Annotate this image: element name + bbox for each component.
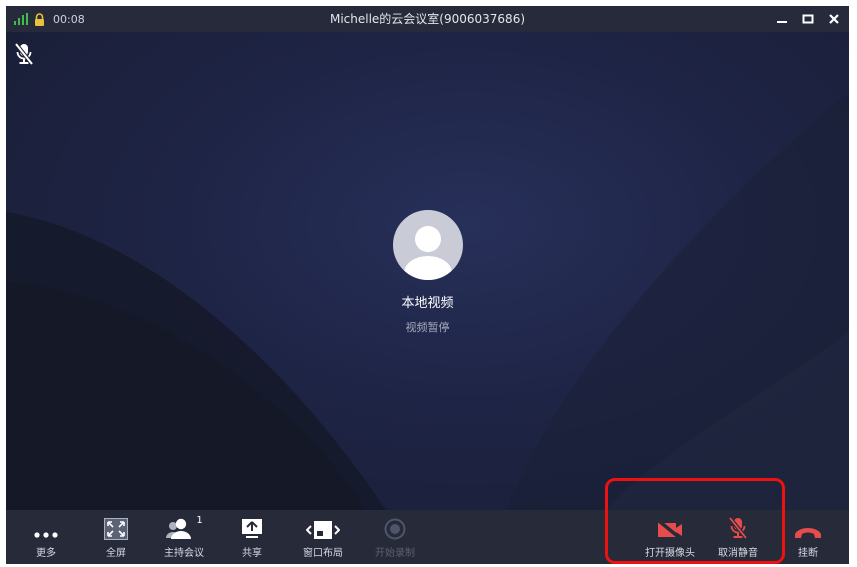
host-meeting-label: 主持会议 [164,548,204,559]
hang-up-button[interactable]: 挂断 [790,510,826,564]
record-icon [384,518,406,540]
hang-up-phone-icon [795,528,821,538]
video-stage: 本地视频 视频暂停 [6,32,849,510]
more-dots-icon [34,532,58,538]
title-bar-status: 00:08 [14,6,85,32]
window-layout-label: 窗口布局 [303,548,343,559]
maximize-button[interactable] [799,10,817,28]
video-status-text: 视频暂停 [405,321,450,334]
hang-up-label: 挂断 [798,548,818,559]
mic-off-icon [728,516,748,540]
turn-on-camera-label: 打开摄像头 [645,548,695,559]
host-meeting-button[interactable]: 1 主持会议 [160,510,208,564]
unmute-button[interactable]: 取消静音 [710,510,766,564]
fullscreen-icon [104,518,128,540]
bottom-toolbar: 更多 全屏 1 主持会议 共享 窗口布局 开始录制 打开摄像头 取消静音 挂断 [6,510,849,564]
share-button[interactable]: 共享 [234,510,270,564]
signal-strength-icon [14,13,28,25]
more-button[interactable]: 更多 [28,510,64,564]
share-screen-icon [242,519,262,538]
camera-off-icon [657,520,683,540]
more-label: 更多 [36,548,56,559]
window-title: Michelle的云会议室(9006037686) [329,12,526,26]
mic-muted-icon [14,42,34,66]
layout-icon [306,521,340,539]
participants-icon [166,518,192,539]
start-recording-label: 开始录制 [375,548,415,559]
turn-on-camera-button[interactable]: 打开摄像头 [642,510,698,564]
start-recording-button[interactable]: 开始录制 [370,510,420,564]
local-video-label: 本地视频 [401,296,454,311]
avatar [392,210,463,280]
minimize-button[interactable] [773,10,791,28]
minimize-icon [777,21,787,23]
window-layout-button[interactable]: 窗口布局 [298,510,348,564]
unmute-label: 取消静音 [718,548,758,559]
call-timer: 00:08 [53,12,85,26]
close-button[interactable] [825,10,843,28]
share-label: 共享 [242,548,262,559]
lock-icon [35,12,44,26]
user-silhouette-icon [403,226,452,280]
local-video-placeholder: 本地视频 视频暂停 [6,210,849,335]
maximize-icon [802,14,814,24]
participant-count-badge: 1 [196,515,203,526]
fullscreen-button[interactable]: 全屏 [98,510,134,564]
window-controls [773,6,843,32]
fullscreen-label: 全屏 [106,548,126,559]
title-bar: 00:08 Michelle的云会议室(9006037686) [6,6,849,32]
close-icon [829,14,839,24]
meeting-window: 00:08 Michelle的云会议室(9006037686) 本地视频 视频暂… [6,6,849,564]
